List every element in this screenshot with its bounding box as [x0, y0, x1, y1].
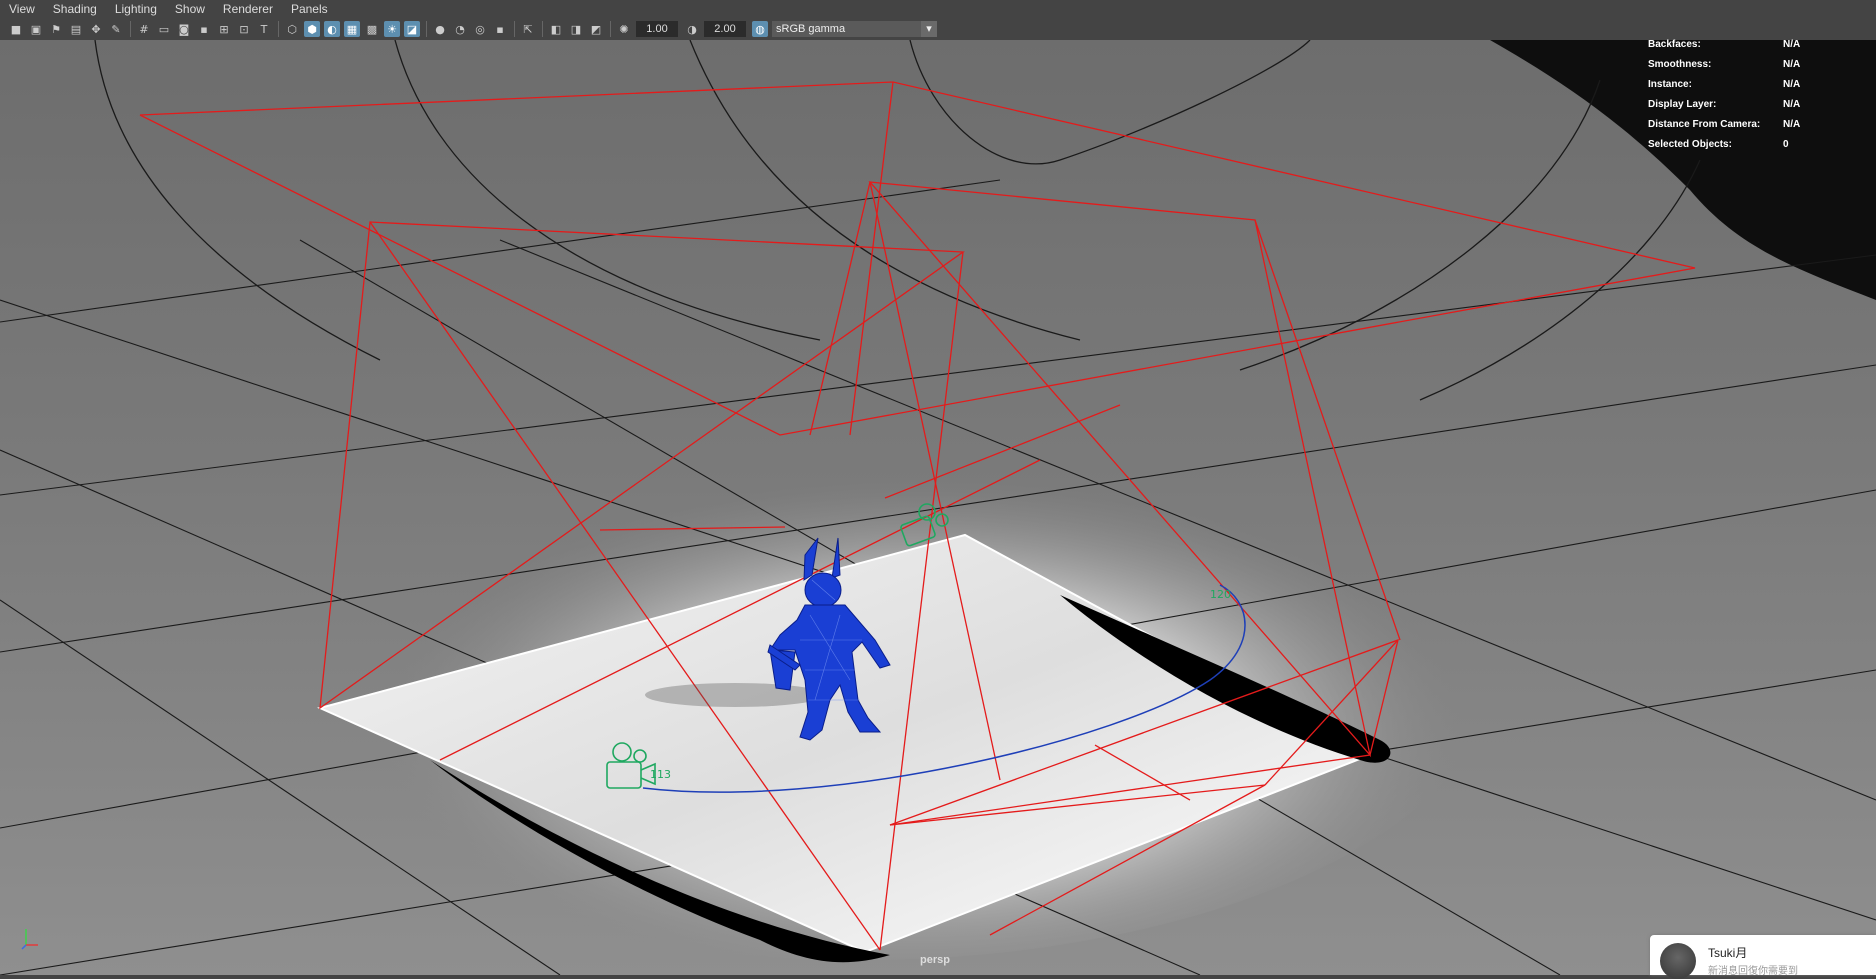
- wireframe-icon[interactable]: ⬡: [284, 21, 300, 37]
- menu-show[interactable]: Show: [166, 0, 214, 18]
- hud-label: Selected Objects:: [1648, 139, 1732, 150]
- camera-name-label: persp: [920, 954, 950, 966]
- toolbar-separator: [610, 21, 611, 37]
- textured-icon[interactable]: ▩: [364, 21, 380, 37]
- field-chart-icon[interactable]: ⊞: [216, 21, 232, 37]
- perspective-viewport[interactable]: 113 120: [0, 40, 1876, 975]
- menu-panels[interactable]: Panels: [282, 0, 337, 18]
- hud-label: Distance From Camera:: [1648, 119, 1761, 130]
- image-plane-icon[interactable]: ▤: [68, 21, 84, 37]
- camera-label-far: 120: [1210, 588, 1231, 601]
- viewport-canvas: 113 120: [0, 40, 1876, 975]
- toolbar-separator: [542, 21, 543, 37]
- hud-label: Instance:: [1648, 79, 1692, 90]
- xray-active-icon[interactable]: ◨: [568, 21, 584, 37]
- xray-icon[interactable]: ◧: [548, 21, 564, 37]
- hud-value: N/A: [1783, 59, 1801, 70]
- motion-blur-icon[interactable]: ◔: [452, 21, 468, 37]
- grease-pencil-icon[interactable]: ✎: [108, 21, 124, 37]
- safe-action-icon[interactable]: ⊡: [236, 21, 252, 37]
- viewport-menubar: View Shading Lighting Show Renderer Pane…: [0, 0, 1876, 18]
- hud-label: Smoothness:: [1648, 59, 1712, 70]
- exposure-field[interactable]: 1.00: [636, 21, 678, 37]
- avatar: [1660, 943, 1696, 979]
- toolbar-separator: [514, 21, 515, 37]
- color-management-value: sRGB gamma: [776, 23, 846, 35]
- chevron-down-icon: ▾: [921, 21, 937, 37]
- film-gate-icon[interactable]: ▭: [156, 21, 172, 37]
- safe-title-icon[interactable]: T: [256, 21, 272, 37]
- toolbar-separator: [130, 21, 131, 37]
- panel-toolbar: ■ ▣ ⚑ ▤ ✥ ✎ # ▭ ◙ ▪ ⊞ ⊡ T ⬡ ⬢ ◐ ▦ ▩ ☀ ◪ …: [0, 18, 1876, 40]
- two-d-pan-icon[interactable]: ✥: [88, 21, 104, 37]
- view-transform-icon[interactable]: ◍: [752, 21, 768, 37]
- bookmark-icon[interactable]: ⚑: [48, 21, 64, 37]
- hud-value: N/A: [1783, 79, 1801, 90]
- gamma-icon[interactable]: ◑: [684, 21, 700, 37]
- hud-label: Backfaces:: [1648, 39, 1701, 50]
- menu-view[interactable]: View: [0, 0, 44, 18]
- multisample-aa-icon[interactable]: ◎: [472, 21, 488, 37]
- hud-value: 0: [1783, 139, 1789, 150]
- hud-label: Display Layer:: [1648, 99, 1717, 110]
- smooth-shade-icon[interactable]: ⬢: [304, 21, 320, 37]
- toolbar-separator: [426, 21, 427, 37]
- select-camera-icon[interactable]: ■: [8, 21, 24, 37]
- isolate-select-icon[interactable]: ⇱: [520, 21, 536, 37]
- hud-value: N/A: [1783, 39, 1801, 50]
- gate-mask-icon[interactable]: ▪: [196, 21, 212, 37]
- default-material-icon[interactable]: ◐: [324, 21, 340, 37]
- wireframe-on-shaded-icon[interactable]: ▦: [344, 21, 360, 37]
- hud-row-smoothness: Smoothness: N/A: [1648, 58, 1800, 78]
- chat-notification[interactable]: Tsuki月 新消息回復你需要到: [1650, 935, 1876, 979]
- hud-row-instance: Instance: N/A: [1648, 78, 1800, 98]
- hud-row-distance: Distance From Camera: N/A: [1648, 118, 1800, 138]
- hud-value: N/A: [1783, 119, 1801, 130]
- resolution-gate-icon[interactable]: ◙: [176, 21, 192, 37]
- view-axis-icon: [20, 925, 44, 956]
- notification-user: Tsuki月: [1708, 946, 1748, 960]
- hud-value: N/A: [1783, 99, 1801, 110]
- camera-attributes-icon[interactable]: ▣: [28, 21, 44, 37]
- color-management-dropdown[interactable]: sRGB gamma ▾: [772, 21, 937, 37]
- use-all-lights-icon[interactable]: ☀: [384, 21, 400, 37]
- hud-row-backfaces: Backfaces: N/A: [1648, 38, 1800, 58]
- menu-lighting[interactable]: Lighting: [106, 0, 166, 18]
- grid-icon[interactable]: #: [136, 21, 152, 37]
- hud-row-display-layer: Display Layer: N/A: [1648, 98, 1800, 118]
- exposure-icon[interactable]: ✺: [616, 21, 632, 37]
- screen-space-ao-icon[interactable]: ●: [432, 21, 448, 37]
- toolbar-separator: [278, 21, 279, 37]
- xray-joints-icon[interactable]: ◩: [588, 21, 604, 37]
- menu-shading[interactable]: Shading: [44, 0, 106, 18]
- gamma-field[interactable]: 2.00: [704, 21, 746, 37]
- menu-renderer[interactable]: Renderer: [214, 0, 282, 18]
- camera-label-near: 113: [650, 768, 671, 781]
- shadows-icon[interactable]: ◪: [404, 21, 420, 37]
- depth-of-field-icon[interactable]: ▪: [492, 21, 508, 37]
- hud-row-selected: Selected Objects: 0: [1648, 138, 1800, 158]
- heads-up-display: Backfaces: N/A Smoothness: N/A Instance: N/…: [1648, 38, 1800, 158]
